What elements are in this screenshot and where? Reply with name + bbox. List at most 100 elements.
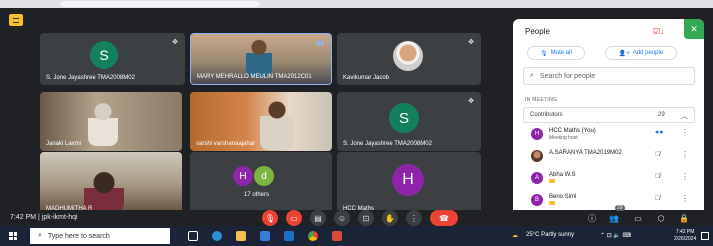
- more-options-icon[interactable]: ⋮: [681, 194, 689, 203]
- taskbar-search-input[interactable]: ⌕ Type here to search: [30, 228, 170, 244]
- search-input[interactable]: ⌕ Search for people: [523, 67, 695, 85]
- activities-menu-icon[interactable]: [9, 14, 23, 26]
- person-name: Abha W.S: [549, 172, 576, 178]
- taskbar-search-placeholder: Type here to search: [47, 232, 110, 240]
- mic-off-icon: 🎙̸: [655, 195, 661, 202]
- info-icon[interactable]: ⓘ: [584, 210, 600, 226]
- avatar: H: [392, 164, 424, 196]
- search-icon: ⌕: [38, 232, 42, 239]
- participant-list: H HCC Maths (You) Meeting host ●● ⋮ A.SA…: [523, 123, 695, 218]
- people-count-badge: 29: [615, 205, 625, 211]
- avatar: H: [233, 166, 253, 186]
- pin-icon[interactable]: ✥: [468, 97, 474, 105]
- contributors-header[interactable]: Contributors 29 ︿: [523, 107, 695, 123]
- captions-button[interactable]: ▤: [310, 210, 326, 226]
- person-name: A.SARANYA TMA2019M02: [549, 150, 622, 156]
- speaker-figure: [246, 39, 272, 77]
- edge-icon[interactable]: [212, 231, 222, 241]
- search-placeholder: Search for people: [539, 72, 596, 80]
- participant-tile[interactable]: MADHUMITHA R: [40, 152, 182, 216]
- avatar: B: [531, 194, 543, 206]
- close-icon[interactable]: ✕: [684, 19, 704, 39]
- more-options-icon[interactable]: ⋮: [681, 128, 689, 137]
- add-people-button[interactable]: 👤+ Add people: [605, 46, 677, 60]
- address-bar[interactable]: [60, 1, 260, 7]
- store-icon[interactable]: [260, 231, 270, 241]
- system-tray-icons[interactable]: ⌃ ⊡ 🔈 ⌨: [600, 232, 631, 239]
- people-icon[interactable]: 👥 29: [606, 205, 625, 226]
- mic-off-icon: 🎙: [540, 50, 548, 57]
- mute-all-label: Mute all: [550, 50, 572, 56]
- app-icon[interactable]: [332, 231, 342, 241]
- weather-icon[interactable]: ☁: [512, 232, 518, 239]
- present-button[interactable]: ⊡: [358, 210, 374, 226]
- pin-icon[interactable]: ✥: [172, 38, 178, 46]
- pin-icon[interactable]: ✥: [468, 38, 474, 46]
- weather-status[interactable]: 25°C Partly sunny: [526, 232, 574, 238]
- contributors-count: 29: [658, 112, 665, 118]
- more-options-button[interactable]: ⋮: [406, 210, 422, 226]
- chevron-up-icon[interactable]: ︿: [681, 111, 688, 121]
- person-role: Meeting host: [549, 135, 578, 141]
- search-icon: ⌕: [530, 72, 534, 79]
- list-item[interactable]: B Beno Siml 🎙̸ ⋮: [523, 191, 695, 211]
- participant-figure: [260, 100, 294, 150]
- contributors-label: Contributors: [530, 112, 563, 118]
- notification-icon[interactable]: [701, 232, 709, 240]
- avatar: S: [90, 41, 118, 69]
- participant-name: S. Jone Jayashree TMA2008M02: [343, 141, 432, 147]
- mic-button[interactable]: 🎙: [262, 210, 278, 226]
- taskbar-clock[interactable]: 7:42 PM 2/26/2024: [674, 229, 696, 243]
- participant-tile-speaking[interactable]: ▮▮ MARY MEHRALLO MEULIN TMA2012C01: [190, 33, 332, 85]
- meeting-code: jpk-ikmt-hqi: [41, 214, 78, 221]
- avatar: H: [531, 128, 543, 140]
- task-view-icon[interactable]: [188, 231, 198, 241]
- participant-name: MARY MEHRALLO MEULIN TMA2012C01: [197, 74, 312, 80]
- windows-taskbar: ⌕ Type here to search ☁ 25°C Partly sunn…: [0, 226, 713, 246]
- participant-tile[interactable]: ✥ Kavikumar Jacob: [337, 33, 481, 85]
- mail-icon[interactable]: [284, 231, 294, 241]
- person-name: Beno Siml: [549, 194, 577, 200]
- participant-tile[interactable]: varshi varshanaajahar: [190, 92, 332, 151]
- participant-name: Janaki Laxmi: [46, 141, 82, 147]
- speaking-icon: ●●: [655, 129, 664, 136]
- participant-tile[interactable]: Janaki Laxmi: [40, 92, 182, 151]
- speaking-indicator-icon: ▮▮: [316, 40, 324, 47]
- participant-figure: [88, 102, 118, 146]
- person-name: HCC Maths (You): [549, 128, 596, 134]
- leave-call-button[interactable]: ☎: [430, 210, 458, 226]
- others-tile[interactable]: H d 17 others: [190, 152, 332, 216]
- participant-name: S. Jone Jayashree TMA2008M02: [46, 75, 135, 81]
- participant-tile[interactable]: S ✥ S. Jone Jayashree TMA2008M02: [40, 33, 185, 85]
- participant-tile[interactable]: S ✥ S. Jone Jayashree TMA2008M02: [337, 92, 481, 151]
- mute-all-button[interactable]: 🎙 Mute all: [527, 46, 585, 60]
- alert-icon: ☑↓: [653, 27, 665, 36]
- windows-start-icon[interactable]: [9, 232, 17, 240]
- hand-raised-badge: [549, 201, 555, 207]
- clock-date: 2/26/2024: [674, 236, 697, 242]
- emoji-button[interactable]: ☺: [334, 210, 350, 226]
- camera-button[interactable]: ▭: [286, 210, 302, 226]
- add-people-label: Add people: [632, 50, 664, 56]
- list-item[interactable]: A.SARANYA TMA2019M02 🎙̸ ⋮: [523, 147, 695, 167]
- file-explorer-icon[interactable]: [236, 231, 246, 241]
- others-count: 17 others: [244, 192, 270, 198]
- participant-tile[interactable]: H HCC Maths: [337, 152, 481, 216]
- list-item[interactable]: H HCC Maths (You) Meeting host ●● ⋮: [523, 125, 695, 145]
- browser-toolbar: [0, 0, 713, 8]
- activities-icon[interactable]: ⬡: [653, 210, 669, 226]
- more-options-icon[interactable]: ⋮: [681, 150, 689, 159]
- add-person-icon: 👤+: [618, 50, 630, 57]
- raise-hand-button[interactable]: ✋: [382, 210, 398, 226]
- more-options-icon[interactable]: ⋮: [681, 172, 689, 181]
- chat-icon[interactable]: ▭: [630, 210, 646, 226]
- meeting-stage: S ✥ S. Jone Jayashree TMA2008M02 ▮▮ MARY…: [0, 8, 713, 226]
- host-controls-icon[interactable]: 🔒: [676, 210, 692, 226]
- avatar: [531, 150, 543, 162]
- people-panel: People ☑↓ ✕ 🎙 Mute all 👤+ Add people ⌕ S…: [513, 19, 704, 218]
- participant-name: varshi varshanaajahar: [196, 141, 256, 147]
- mic-off-icon: 🎙̸: [655, 173, 661, 180]
- chrome-icon[interactable]: [308, 231, 318, 241]
- list-item[interactable]: A Abha W.S 🎙̸ ⋮: [523, 169, 695, 189]
- avatar: d: [254, 166, 274, 186]
